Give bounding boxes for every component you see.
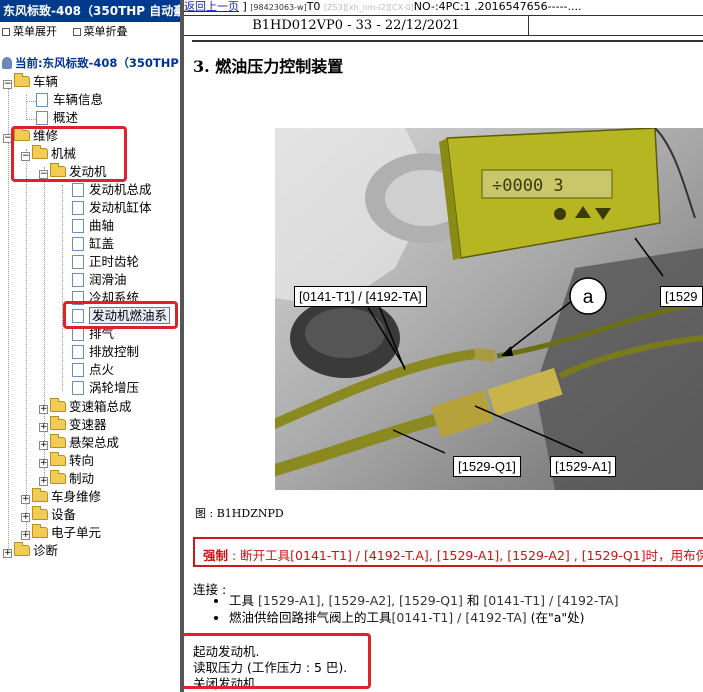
divider: [192, 40, 703, 42]
folder-icon: [50, 434, 66, 448]
folder-icon: [32, 488, 48, 502]
tree-node-engine-item[interactable]: 点火: [72, 361, 114, 379]
highlight-box: [184, 633, 371, 689]
expand-icon[interactable]: +: [39, 405, 48, 414]
folder-icon: [32, 524, 48, 538]
callout-a: a: [583, 287, 594, 308]
tree-node-engine-item[interactable]: 发动机总成: [72, 181, 152, 199]
warning-label: 强制: [203, 548, 229, 563]
folder-icon: [32, 506, 48, 520]
tree-node-equipment[interactable]: + 设备: [21, 506, 76, 524]
list-item: 工具 [1529-A1], [1529-A2], [1529-Q1] 和 [01…: [229, 592, 618, 609]
tool-label-0141-t1: [0141-T1] / [4192-TA]: [294, 286, 427, 307]
tool-label-1529-q1: [1529-Q1]: [453, 456, 521, 477]
document-icon: [72, 345, 84, 359]
document-icon: [72, 183, 84, 197]
menu-icon: [72, 28, 81, 36]
document-icon: [36, 111, 48, 125]
document-icon: [72, 327, 84, 341]
document-icon: [72, 255, 84, 269]
folder-icon: [50, 416, 66, 430]
fuel-pressure-figure: ÷0000 3 a [0141-T1] / [4192-TA] [1529 [1…: [275, 128, 703, 490]
expand-icon[interactable]: +: [21, 531, 30, 540]
document-code: B1HD012VP0 - 33 - 22/12/2021: [184, 16, 529, 35]
tree-node-mech-item[interactable]: + 变速箱总成: [39, 398, 132, 416]
highlight-box: [11, 126, 127, 182]
tree-node-overview[interactable]: 概述: [36, 109, 78, 127]
tree-node-electronics[interactable]: + 电子单元: [21, 524, 101, 542]
figure-caption: 图 : B1HDZNPD: [195, 507, 284, 520]
tool-label-1529-top: [1529: [660, 286, 703, 307]
expand-menu-button[interactable]: 菜单展开: [2, 25, 57, 38]
expand-icon[interactable]: +: [39, 441, 48, 450]
tree-node-engine-item[interactable]: 润滑油: [72, 271, 127, 289]
warning-box: 强制 : 断开工具[0141-T1] / [4192-T.A], [1529-A…: [193, 537, 703, 567]
tree-node-engine-item[interactable]: 缸盖: [72, 235, 114, 253]
section-title: 3. 燃油压力控制装置: [193, 57, 344, 76]
reference-bar: 返回上一页 ] [98423063-w]T0 [ZS3][xh_nm-i2][C…: [184, 0, 582, 13]
document-pane: 返回上一页 ] [98423063-w]T0 [ZS3][xh_nm-i2][C…: [184, 0, 703, 692]
expand-icon[interactable]: +: [3, 549, 12, 558]
gauge-display: ÷0000 3: [492, 176, 564, 196]
tree-node-mech-item[interactable]: + 变速器: [39, 416, 107, 434]
list-item: 燃油供给回路排气阀上的工具[0141-T1] / [4192-TA] (在"a"…: [229, 609, 618, 626]
tree-node-engine-item[interactable]: 涡轮增压: [72, 379, 139, 397]
expand-icon[interactable]: +: [39, 477, 48, 486]
document-icon: [72, 237, 84, 251]
tree-node-vehicle[interactable]: − 车辆: [3, 73, 58, 91]
tree-node-vehicle-info[interactable]: 车辆信息: [36, 91, 103, 109]
document-header: B1HD012VP0 - 33 - 22/12/2021: [184, 15, 703, 36]
connect-list: 工具 [1529-A1], [1529-A2], [1529-Q1] 和 [01…: [193, 592, 618, 626]
document-icon: [72, 219, 84, 233]
expand-icon[interactable]: +: [39, 423, 48, 432]
collapse-menu-button[interactable]: 菜单折叠: [72, 25, 128, 38]
document-icon: [36, 93, 48, 107]
engine-photo: ÷0000 3 a: [275, 128, 703, 490]
highlight-box: [63, 301, 178, 329]
document-icon: [72, 381, 84, 395]
tool-label-1529-a1: [1529-A1]: [550, 456, 617, 477]
tree-node-mech-item[interactable]: + 转向: [39, 452, 94, 470]
tree-node-engine-item[interactable]: 排放控制: [72, 343, 139, 361]
document-icon: [72, 201, 84, 215]
folder-icon: [50, 470, 66, 484]
folder-icon: [50, 398, 66, 412]
tree-node-mech-item[interactable]: + 悬架总成: [39, 434, 119, 452]
vehicle-icon: [2, 57, 12, 69]
back-link[interactable]: 返回上一页: [184, 0, 239, 13]
expand-icon[interactable]: +: [39, 459, 48, 468]
tree-node-diagnosis[interactable]: + 诊断: [3, 542, 58, 560]
warning-text: : 断开工具[0141-T1] / [4192-T.A], [1529-A1],…: [228, 548, 703, 563]
tree-node-engine-item[interactable]: 曲轴: [72, 217, 114, 235]
menu-icon: [2, 28, 10, 36]
folder-icon: [14, 73, 30, 87]
folder-icon: [50, 452, 66, 466]
expand-icon[interactable]: +: [21, 495, 30, 504]
tree-node-mech-item[interactable]: + 制动: [39, 470, 94, 488]
tree-node-body-repair[interactable]: + 车身维修: [21, 488, 101, 506]
document-icon: [72, 273, 84, 287]
collapse-icon[interactable]: −: [3, 80, 12, 89]
navigation-pane: 东风标致-408（350THP 自动豪华 菜单展开 菜单折叠 当前:东风标致-4…: [0, 0, 180, 692]
folder-icon: [14, 542, 30, 556]
tree-toolbar: 菜单展开 菜单折叠: [0, 22, 180, 42]
pane-title: 东风标致-408（350THP 自动豪华: [0, 0, 180, 22]
current-vehicle: 当前:东风标致-408（350THP: [2, 55, 179, 71]
tree-node-engine-item[interactable]: 发动机缸体: [72, 199, 152, 217]
tree-node-engine-item[interactable]: 正时齿轮: [72, 253, 139, 271]
expand-icon[interactable]: +: [21, 513, 30, 522]
document-icon: [72, 363, 84, 377]
